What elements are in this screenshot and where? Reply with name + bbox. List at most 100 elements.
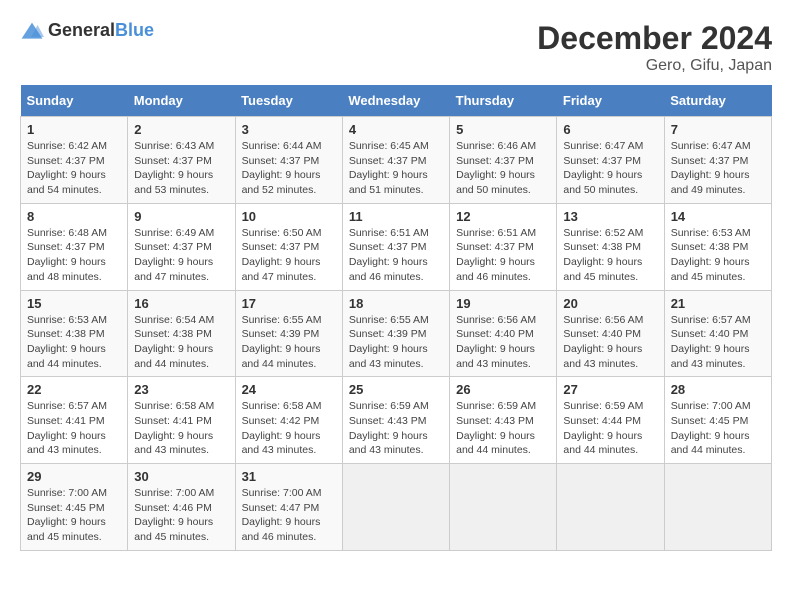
day-number: 27 [563,382,657,397]
calendar-cell: 27 Sunrise: 6:59 AM Sunset: 4:44 PM Dayl… [557,377,664,464]
logo-icon [20,21,44,41]
day-info: Sunrise: 6:47 AM Sunset: 4:37 PM Dayligh… [671,139,765,198]
calendar-cell: 22 Sunrise: 6:57 AM Sunset: 4:41 PM Dayl… [21,377,128,464]
day-number: 20 [563,296,657,311]
day-number: 9 [134,209,228,224]
day-header-friday: Friday [557,85,664,117]
day-info: Sunrise: 7:00 AM Sunset: 4:45 PM Dayligh… [671,399,765,458]
day-number: 12 [456,209,550,224]
days-header-row: SundayMondayTuesdayWednesdayThursdayFrid… [21,85,772,117]
day-info: Sunrise: 6:56 AM Sunset: 4:40 PM Dayligh… [456,313,550,372]
day-info: Sunrise: 6:48 AM Sunset: 4:37 PM Dayligh… [27,226,121,285]
day-number: 10 [242,209,336,224]
day-header-thursday: Thursday [450,85,557,117]
day-info: Sunrise: 6:52 AM Sunset: 4:38 PM Dayligh… [563,226,657,285]
calendar-cell [450,464,557,551]
day-number: 13 [563,209,657,224]
day-info: Sunrise: 6:59 AM Sunset: 4:44 PM Dayligh… [563,399,657,458]
day-info: Sunrise: 6:56 AM Sunset: 4:40 PM Dayligh… [563,313,657,372]
day-info: Sunrise: 6:57 AM Sunset: 4:40 PM Dayligh… [671,313,765,372]
day-number: 24 [242,382,336,397]
day-number: 18 [349,296,443,311]
calendar-cell: 18 Sunrise: 6:55 AM Sunset: 4:39 PM Dayl… [342,290,449,377]
calendar-cell: 3 Sunrise: 6:44 AM Sunset: 4:37 PM Dayli… [235,117,342,204]
day-number: 11 [349,209,443,224]
calendar-cell [342,464,449,551]
calendar-cell: 16 Sunrise: 6:54 AM Sunset: 4:38 PM Dayl… [128,290,235,377]
day-info: Sunrise: 6:50 AM Sunset: 4:37 PM Dayligh… [242,226,336,285]
day-number: 26 [456,382,550,397]
day-header-monday: Monday [128,85,235,117]
day-info: Sunrise: 6:43 AM Sunset: 4:37 PM Dayligh… [134,139,228,198]
day-number: 4 [349,122,443,137]
day-number: 21 [671,296,765,311]
day-info: Sunrise: 6:59 AM Sunset: 4:43 PM Dayligh… [456,399,550,458]
day-info: Sunrise: 6:51 AM Sunset: 4:37 PM Dayligh… [349,226,443,285]
calendar-cell: 19 Sunrise: 6:56 AM Sunset: 4:40 PM Dayl… [450,290,557,377]
week-row-3: 15 Sunrise: 6:53 AM Sunset: 4:38 PM Dayl… [21,290,772,377]
calendar-cell: 26 Sunrise: 6:59 AM Sunset: 4:43 PM Dayl… [450,377,557,464]
week-row-4: 22 Sunrise: 6:57 AM Sunset: 4:41 PM Dayl… [21,377,772,464]
day-info: Sunrise: 6:57 AM Sunset: 4:41 PM Dayligh… [27,399,121,458]
logo: GeneralBlue [20,20,154,41]
day-info: Sunrise: 6:49 AM Sunset: 4:37 PM Dayligh… [134,226,228,285]
day-info: Sunrise: 7:00 AM Sunset: 4:46 PM Dayligh… [134,486,228,545]
day-info: Sunrise: 7:00 AM Sunset: 4:47 PM Dayligh… [242,486,336,545]
calendar-cell: 28 Sunrise: 7:00 AM Sunset: 4:45 PM Dayl… [664,377,771,464]
calendar-cell: 2 Sunrise: 6:43 AM Sunset: 4:37 PM Dayli… [128,117,235,204]
subtitle: Gero, Gifu, Japan [537,57,772,75]
day-header-sunday: Sunday [21,85,128,117]
calendar-cell: 24 Sunrise: 6:58 AM Sunset: 4:42 PM Dayl… [235,377,342,464]
day-number: 2 [134,122,228,137]
calendar-cell: 6 Sunrise: 6:47 AM Sunset: 4:37 PM Dayli… [557,117,664,204]
day-number: 28 [671,382,765,397]
day-number: 3 [242,122,336,137]
calendar-cell: 9 Sunrise: 6:49 AM Sunset: 4:37 PM Dayli… [128,203,235,290]
main-title: December 2024 [537,20,772,57]
calendar-cell [557,464,664,551]
day-number: 6 [563,122,657,137]
day-info: Sunrise: 6:51 AM Sunset: 4:37 PM Dayligh… [456,226,550,285]
day-number: 19 [456,296,550,311]
week-row-1: 1 Sunrise: 6:42 AM Sunset: 4:37 PM Dayli… [21,117,772,204]
calendar-cell: 4 Sunrise: 6:45 AM Sunset: 4:37 PM Dayli… [342,117,449,204]
calendar-table: SundayMondayTuesdayWednesdayThursdayFrid… [20,85,772,551]
day-number: 17 [242,296,336,311]
day-number: 29 [27,469,121,484]
day-info: Sunrise: 6:58 AM Sunset: 4:42 PM Dayligh… [242,399,336,458]
day-info: Sunrise: 6:46 AM Sunset: 4:37 PM Dayligh… [456,139,550,198]
calendar-cell: 11 Sunrise: 6:51 AM Sunset: 4:37 PM Dayl… [342,203,449,290]
calendar-cell: 1 Sunrise: 6:42 AM Sunset: 4:37 PM Dayli… [21,117,128,204]
day-info: Sunrise: 6:42 AM Sunset: 4:37 PM Dayligh… [27,139,121,198]
day-number: 23 [134,382,228,397]
header: GeneralBlue December 2024 Gero, Gifu, Ja… [20,20,772,75]
week-row-5: 29 Sunrise: 7:00 AM Sunset: 4:45 PM Dayl… [21,464,772,551]
calendar-cell: 13 Sunrise: 6:52 AM Sunset: 4:38 PM Dayl… [557,203,664,290]
calendar-cell: 12 Sunrise: 6:51 AM Sunset: 4:37 PM Dayl… [450,203,557,290]
calendar-cell: 14 Sunrise: 6:53 AM Sunset: 4:38 PM Dayl… [664,203,771,290]
day-number: 25 [349,382,443,397]
calendar-cell: 7 Sunrise: 6:47 AM Sunset: 4:37 PM Dayli… [664,117,771,204]
day-info: Sunrise: 6:55 AM Sunset: 4:39 PM Dayligh… [349,313,443,372]
day-info: Sunrise: 6:55 AM Sunset: 4:39 PM Dayligh… [242,313,336,372]
day-number: 22 [27,382,121,397]
calendar-cell: 5 Sunrise: 6:46 AM Sunset: 4:37 PM Dayli… [450,117,557,204]
calendar-cell: 31 Sunrise: 7:00 AM Sunset: 4:47 PM Dayl… [235,464,342,551]
day-info: Sunrise: 6:59 AM Sunset: 4:43 PM Dayligh… [349,399,443,458]
day-info: Sunrise: 6:53 AM Sunset: 4:38 PM Dayligh… [27,313,121,372]
calendar-cell: 30 Sunrise: 7:00 AM Sunset: 4:46 PM Dayl… [128,464,235,551]
day-info: Sunrise: 6:53 AM Sunset: 4:38 PM Dayligh… [671,226,765,285]
week-row-2: 8 Sunrise: 6:48 AM Sunset: 4:37 PM Dayli… [21,203,772,290]
day-header-saturday: Saturday [664,85,771,117]
calendar-cell: 10 Sunrise: 6:50 AM Sunset: 4:37 PM Dayl… [235,203,342,290]
day-number: 7 [671,122,765,137]
day-info: Sunrise: 6:45 AM Sunset: 4:37 PM Dayligh… [349,139,443,198]
calendar-cell: 20 Sunrise: 6:56 AM Sunset: 4:40 PM Dayl… [557,290,664,377]
day-number: 16 [134,296,228,311]
day-header-tuesday: Tuesday [235,85,342,117]
calendar-cell: 29 Sunrise: 7:00 AM Sunset: 4:45 PM Dayl… [21,464,128,551]
calendar-cell: 15 Sunrise: 6:53 AM Sunset: 4:38 PM Dayl… [21,290,128,377]
day-info: Sunrise: 7:00 AM Sunset: 4:45 PM Dayligh… [27,486,121,545]
calendar-cell: 23 Sunrise: 6:58 AM Sunset: 4:41 PM Dayl… [128,377,235,464]
calendar-cell: 17 Sunrise: 6:55 AM Sunset: 4:39 PM Dayl… [235,290,342,377]
